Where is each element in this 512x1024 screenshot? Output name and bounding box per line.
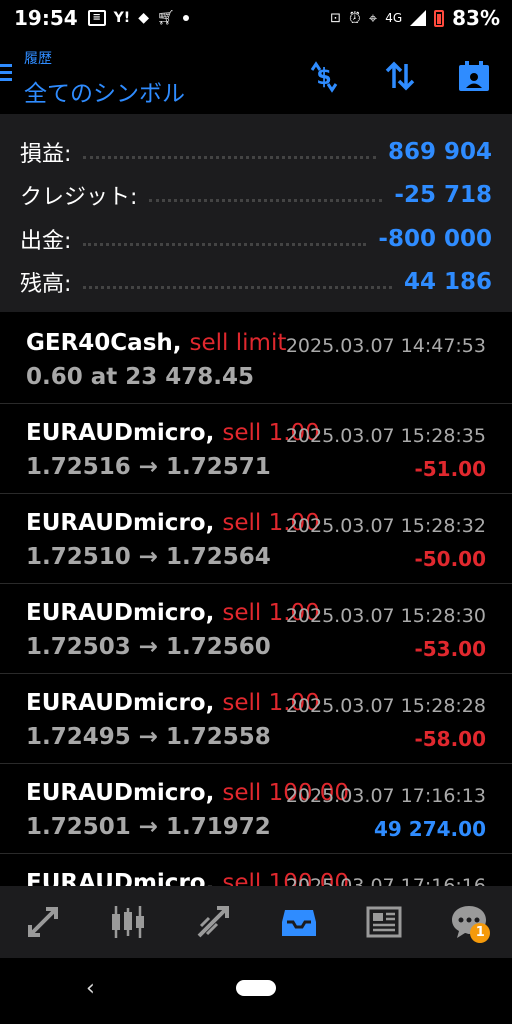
period-button[interactable] [454,56,494,96]
history-item[interactable]: EURAUDmicro, sell 1.00 2025.03.07 15:28:… [0,494,512,584]
summary-row-credit: クレジット: -25 718 [20,174,492,218]
summary-row-withdrawal: 出金: -800 000 [20,217,492,261]
summary-value: -800 000 [378,225,492,252]
message-icon: ≡ [87,10,106,26]
history-list: GER40Cash, sell limit 2025.03.07 14:47:5… [0,314,512,886]
symbol-filter[interactable]: 全てのシンボル [24,74,185,108]
alarm-icon: ⏰︎ [349,9,361,27]
history-icon [281,910,316,936]
summary-label: 残高: [20,272,72,298]
item-time: 2025.03.07 15:28:28 [285,695,486,717]
item-profit: -58.00 [414,727,486,751]
item-time: 2025.03.07 17:16:13 [285,785,486,807]
notification-icons: ≡ Y! ◆ 🛒︎ [87,10,189,26]
item-price: 1.72516 → 1.72571 [26,454,271,480]
cart-icon: 🛒︎ [156,10,175,26]
summary-label: クレジット: [20,185,138,211]
back-icon[interactable]: ‹ [86,976,95,1001]
nav-history[interactable] [274,897,324,947]
sort-icon [385,61,415,91]
item-symbol: EURAUDmicro, [26,420,215,446]
yahoo-icon: Y! [113,10,131,26]
page-subtitle: 履歴 [24,51,52,67]
item-profit: 49 274.00 [374,817,486,841]
status-time: 19:54 [14,6,78,30]
item-price: 1.72495 → 1.72558 [26,724,271,750]
quotes-icon [27,907,58,937]
more-notifications-icon [182,15,189,21]
item-symbol: GER40Cash, [26,330,182,356]
history-item[interactable]: EURAUDmicro, sell 100.00 2025.03.07 17:1… [0,854,512,886]
summary-value: 44 186 [403,269,492,296]
sort-button[interactable] [380,56,420,96]
item-profit: -50.00 [414,547,486,571]
item-price: 1.72503 → 1.72560 [26,634,271,660]
item-symbol: EURAUDmicro, [26,870,215,886]
history-item[interactable]: EURAUDmicro, sell 1.00 2025.03.07 15:28:… [0,584,512,674]
item-symbol-line: GER40Cash, sell limit [26,330,286,356]
menu-icon[interactable] [0,64,12,85]
dotted-leader [83,275,392,290]
currency-exchange-icon: $ [310,61,338,93]
status-bar: 19:54 ≡ Y! ◆ 🛒︎ ⊡ ⏰︎ ⌖ 4G 83% [0,0,512,36]
dotted-leader [149,188,383,203]
item-time: 2025.03.07 15:28:30 [285,605,486,627]
item-symbol: EURAUDmicro, [26,510,215,536]
system-icons: ⊡ ⏰︎ ⌖ 4G 83% [330,6,500,30]
home-pill[interactable] [236,980,276,996]
nav-news[interactable] [359,897,409,947]
summary-label: 出金: [20,228,72,254]
item-symbol-line: EURAUDmicro, sell 1.00 [26,510,320,536]
summary-value: 869 904 [387,138,492,165]
nav-messages[interactable]: 1 [444,897,494,947]
history-item[interactable]: GER40Cash, sell limit 2025.03.07 14:47:5… [0,314,512,404]
network-label: 4G [385,11,403,25]
item-time: 2025.03.07 15:28:32 [285,515,486,537]
vpn-icon: ⊡ [330,10,342,26]
location-icon: ⌖ [368,9,378,27]
dotted-leader [83,232,367,246]
dotted-leader [83,145,376,159]
item-time: 2025.03.07 14:47:53 [285,335,486,357]
battery-percent: 83% [452,6,500,30]
item-symbol-line: EURAUDmicro, sell 1.00 [26,690,320,716]
item-symbol: EURAUDmicro, [26,780,215,806]
nav-chart[interactable] [103,897,153,947]
item-price: 1.72510 → 1.72564 [26,544,271,570]
app-header: 履歴 全てのシンボル $ [0,36,512,112]
history-item[interactable]: EURAUDmicro, sell 1.00 2025.03.07 15:28:… [0,404,512,494]
bottom-nav: 1 [0,886,512,958]
item-symbol: EURAUDmicro, [26,690,215,716]
item-price: 0.60 at 23 478.45 [26,364,255,390]
trade-icon [197,906,230,938]
summary-label: 損益: [20,141,72,167]
summary-row-profit: 損益: 869 904 [20,130,492,174]
item-type: sell limit [189,330,287,356]
nav-trade[interactable] [188,897,238,947]
battery-icon [434,9,445,27]
history-item[interactable]: EURAUDmicro, sell 1.00 2025.03.07 15:28:… [0,674,512,764]
chart-icon [111,906,144,938]
system-nav-bar: ‹ [0,958,512,1024]
deposit-button[interactable]: $ [304,56,344,96]
item-profit: -51.00 [414,457,486,481]
item-symbol-line: EURAUDmicro, sell 1.00 [26,600,320,626]
calendar-icon [459,61,489,91]
item-symbol: EURAUDmicro, [26,600,215,626]
item-price: 1.72501 → 1.71972 [26,814,271,840]
summary-row-balance: 残高: 44 186 [20,261,492,305]
item-time: 2025.03.07 17:16:16 [285,875,486,886]
nav-quotes[interactable] [18,897,68,947]
item-time: 2025.03.07 15:28:35 [285,425,486,447]
balance-summary: 損益: 869 904 クレジット: -25 718 出金: -800 000 … [0,114,512,312]
news-icon [366,906,402,938]
summary-value: -25 718 [394,182,492,209]
app-icon: ◆ [138,10,149,26]
item-profit: -53.00 [414,637,486,661]
item-symbol-line: EURAUDmicro, sell 1.00 [26,420,320,446]
history-item[interactable]: EURAUDmicro, sell 100.00 2025.03.07 17:1… [0,764,512,854]
signal-icon [410,10,427,26]
